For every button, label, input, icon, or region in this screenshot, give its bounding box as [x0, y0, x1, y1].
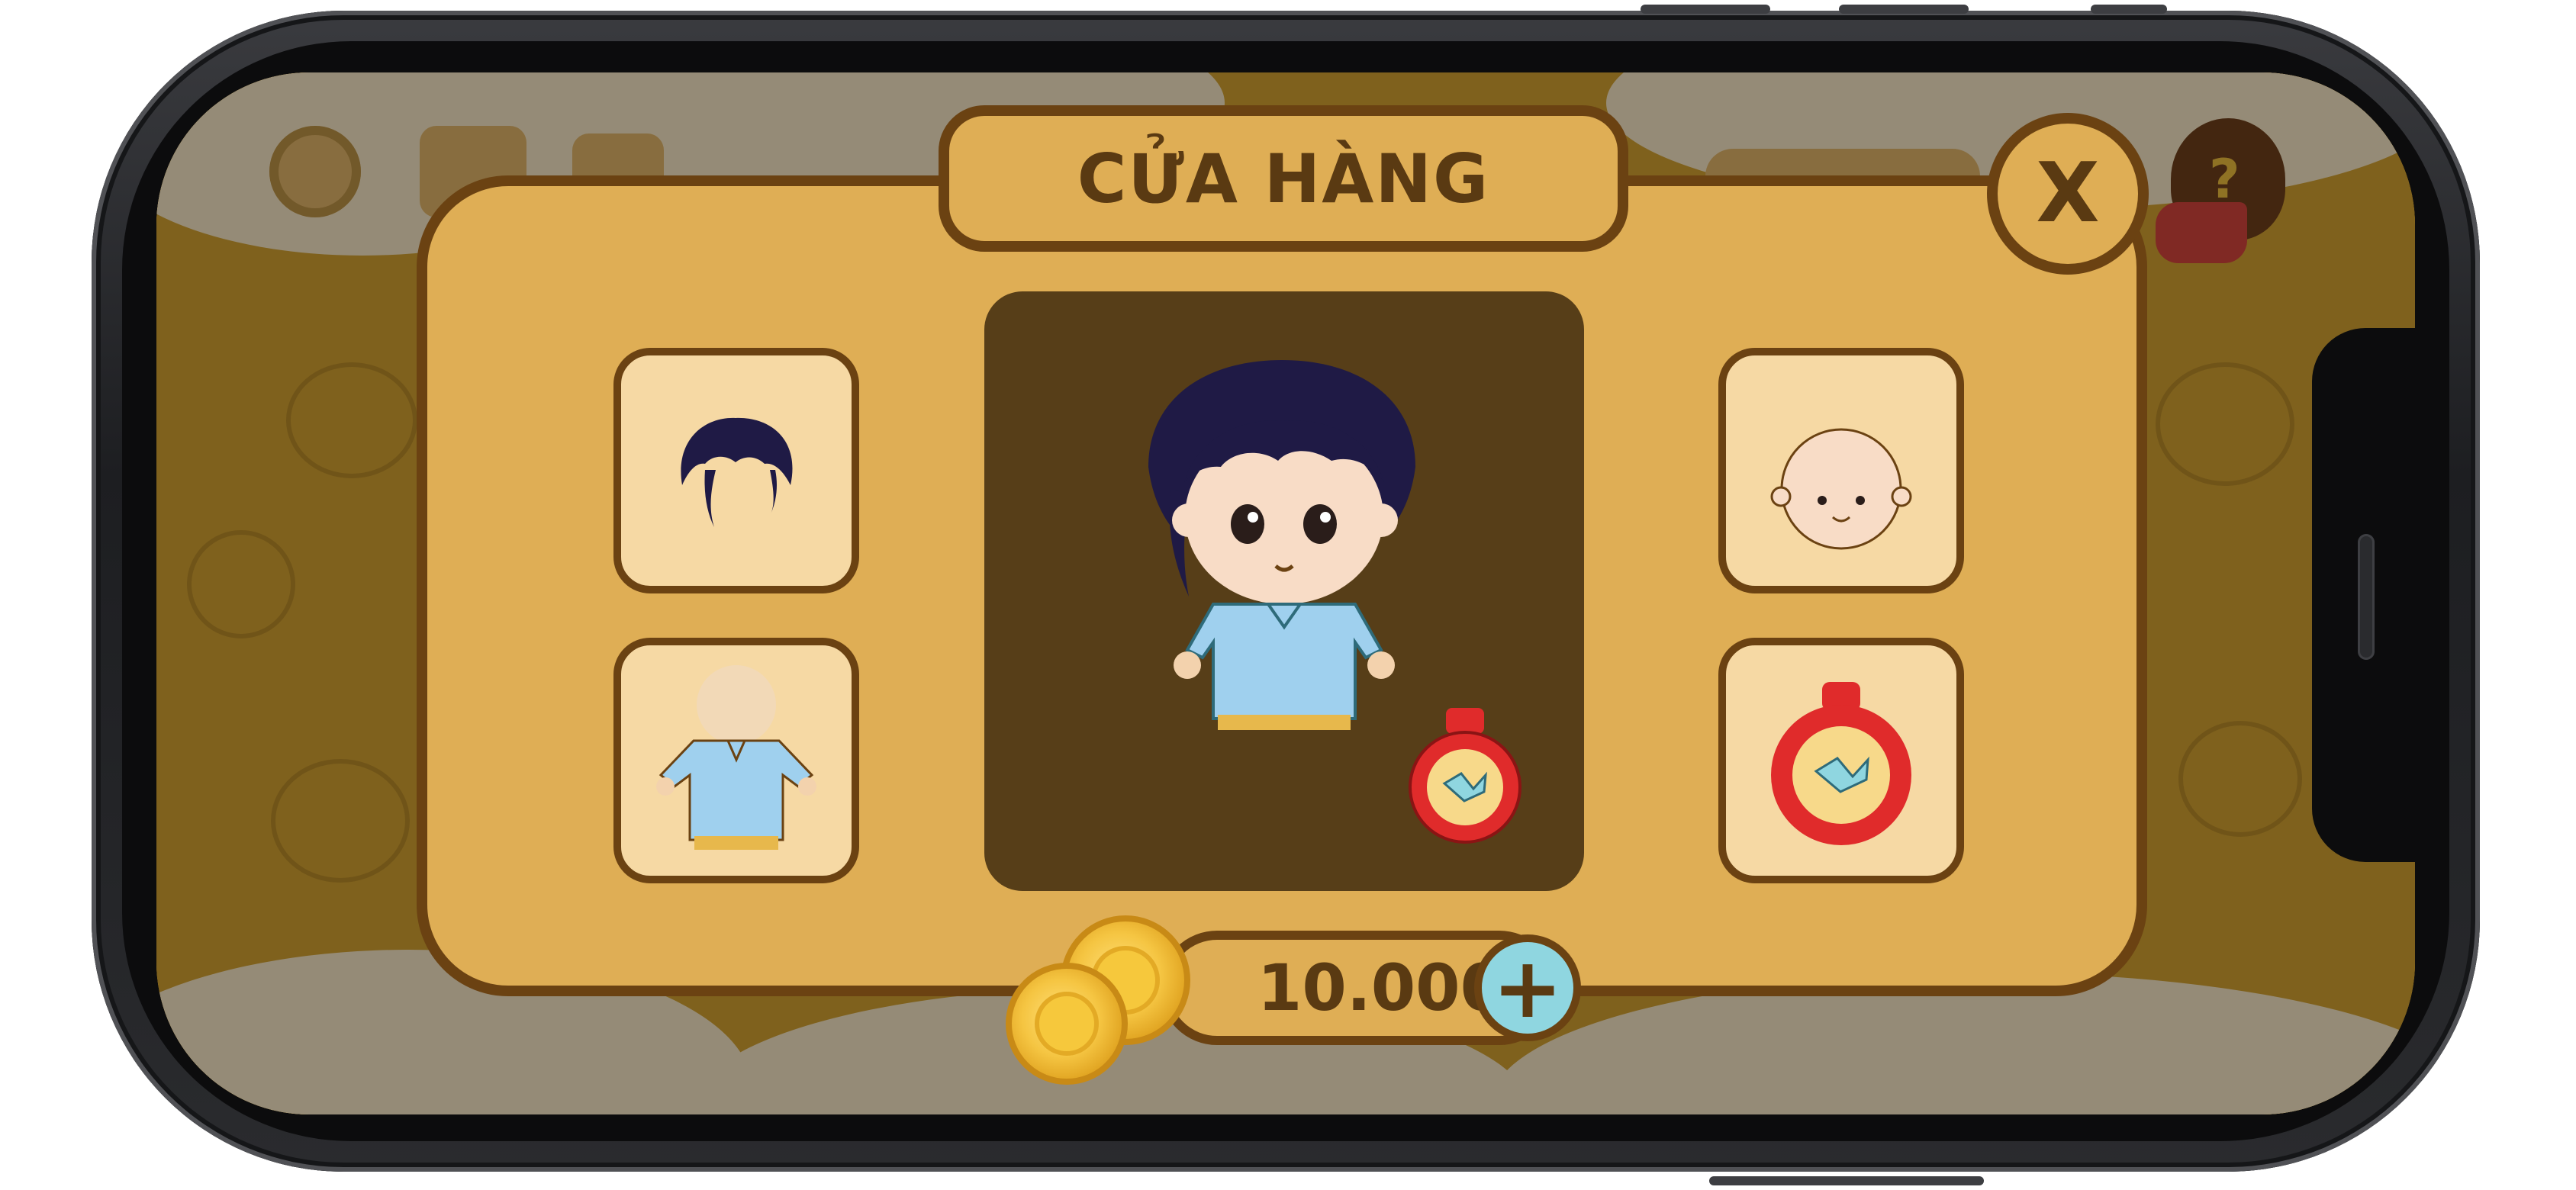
add-coins-button[interactable]: + [1474, 934, 1581, 1041]
coin-balance: 10.000 [1257, 950, 1505, 1025]
close-icon: X [2036, 146, 2100, 241]
face-icon [1770, 428, 1912, 550]
potion-icon [1771, 682, 1911, 845]
coin-icon [1006, 963, 1128, 1085]
hair-item-slot[interactable] [613, 348, 859, 593]
power-button [1709, 1176, 1984, 1185]
coin-icon-inner [1035, 992, 1099, 1056]
character-preview [984, 291, 1584, 891]
silent-switch [2091, 5, 2167, 14]
potion-badge-icon [1409, 708, 1521, 844]
volume-down-button [1839, 5, 1969, 14]
volume-up-button [1641, 5, 1770, 14]
hair-icon [681, 417, 793, 527]
shop-title: CỬA HÀNG [1077, 139, 1490, 218]
outfit-item-slot[interactable] [613, 638, 859, 883]
plus-icon: + [1492, 939, 1563, 1037]
close-button[interactable]: X [1987, 113, 2149, 275]
shop-title-banner: CỬA HÀNG [939, 105, 1628, 252]
outfit-icon [656, 665, 816, 850]
potion-item-slot[interactable] [1718, 638, 1964, 883]
face-item-slot[interactable] [1718, 348, 1964, 593]
phone-speaker [2358, 534, 2375, 660]
